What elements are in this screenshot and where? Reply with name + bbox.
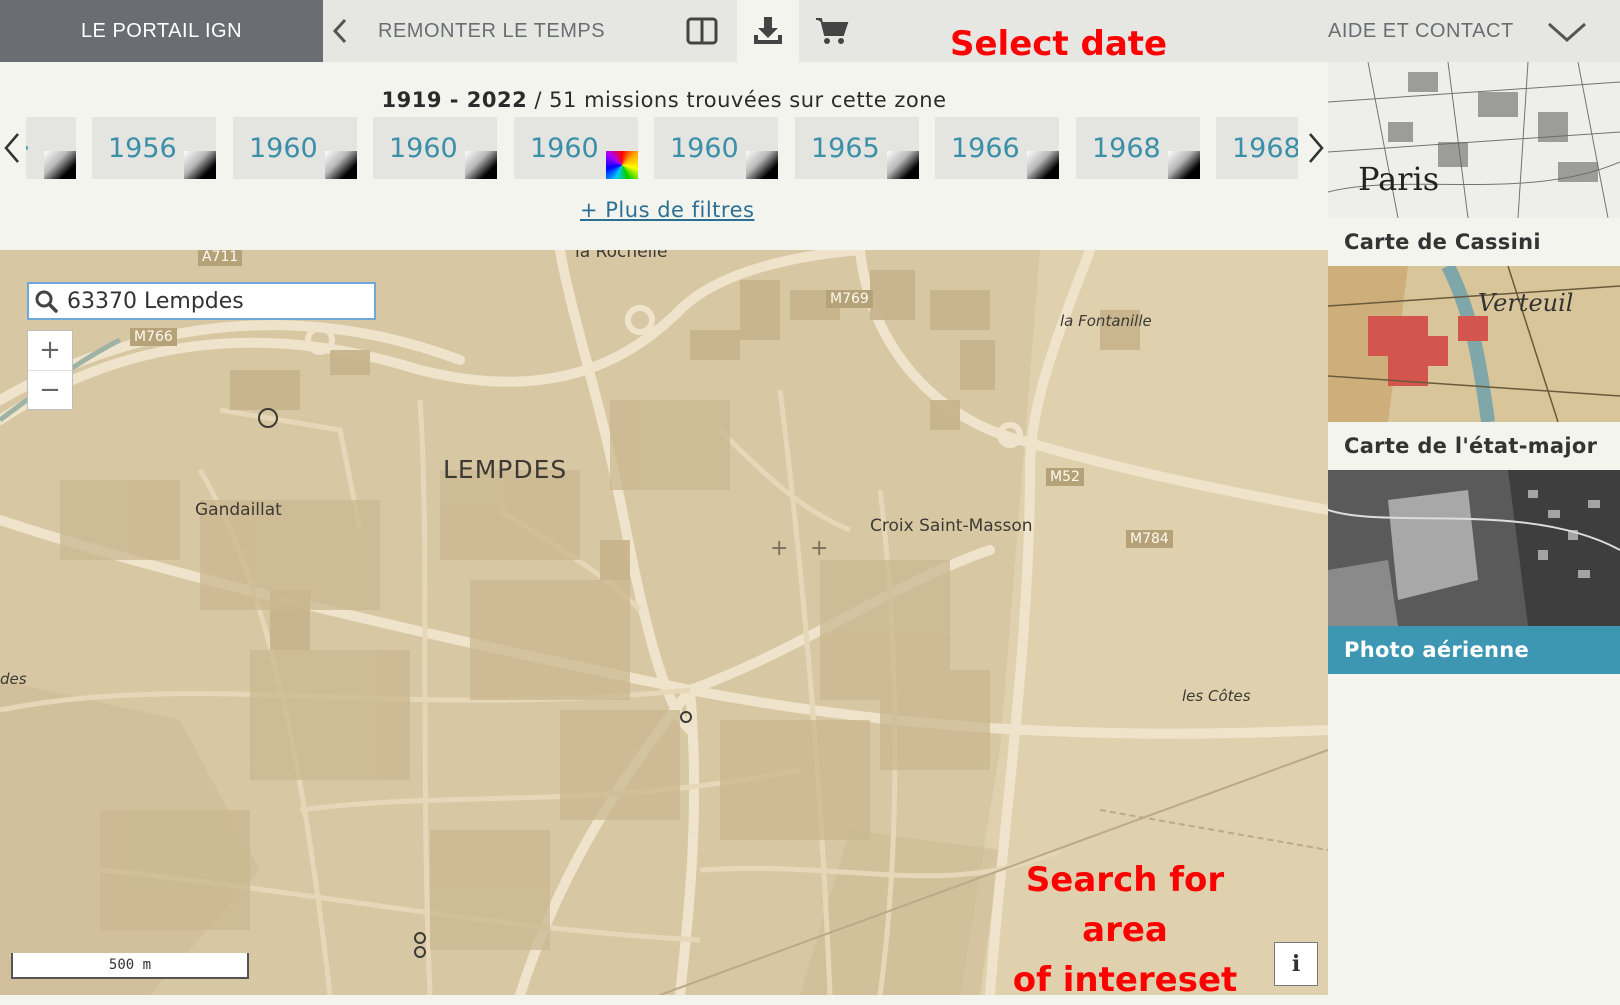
- map-label-city: LEMPDES: [443, 455, 568, 484]
- svg-text:+: +: [810, 536, 828, 561]
- road-label: A711: [198, 250, 243, 266]
- mission-year: 1960: [389, 132, 458, 164]
- place-search-box[interactable]: [27, 282, 376, 320]
- top-bar: LE PORTAIL IGN REMONTER LE TEMPS AIDE ET…: [0, 0, 1620, 62]
- timeline-prev-icon[interactable]: [0, 128, 24, 168]
- aerial-photo-thumbnail: [1328, 470, 1620, 626]
- map-scale-bar: 500 m: [11, 953, 249, 979]
- mission-card[interactable]: 1968: [1076, 117, 1200, 179]
- road-label: M766: [130, 328, 177, 346]
- map-label-place: la Fontanille: [1060, 312, 1152, 330]
- cart-icon: [816, 18, 849, 44]
- place-search-input[interactable]: [63, 284, 374, 318]
- map-label-place: Gandaillat: [195, 500, 282, 520]
- mission-card[interactable]: 1956: [92, 117, 216, 179]
- mission-year: 1960: [530, 132, 599, 164]
- chevron-down-icon[interactable]: [1545, 14, 1589, 48]
- mission-count-text: 51 missions trouvées sur cette zone: [549, 88, 947, 112]
- road-label: M769: [826, 290, 873, 308]
- mission-year: 1966: [951, 132, 1020, 164]
- mission-count: 1919 - 2022 / 51 missions trouvées sur c…: [0, 88, 1328, 112]
- layer-cassini-label[interactable]: Carte de Cassini: [1328, 218, 1620, 266]
- mission-card[interactable]: 1968: [1216, 117, 1298, 179]
- bw-swatch-icon: [746, 151, 778, 179]
- download-icon: [754, 17, 782, 44]
- range-separator: /: [527, 88, 550, 112]
- brand-portal-link[interactable]: LE PORTAIL IGN: [0, 0, 323, 62]
- bw-swatch-icon: [1027, 151, 1059, 179]
- mission-card[interactable]: 1965: [795, 117, 919, 179]
- split-view-button[interactable]: [673, 0, 731, 62]
- annotation-line: of intereset: [1012, 960, 1238, 1000]
- bw-swatch-icon: [887, 151, 919, 179]
- mission-year: 1956: [108, 132, 177, 164]
- mission-card[interactable]: 1960: [373, 117, 497, 179]
- zoom-in-button[interactable]: +: [28, 331, 72, 371]
- road-label: M52: [1046, 468, 1084, 486]
- layer-thumb-cassini[interactable]: Paris: [1328, 62, 1620, 218]
- layer-thumb-etat-major[interactable]: Verteuil: [1328, 266, 1620, 422]
- back-in-time-link[interactable]: REMONTER LE TEMPS: [378, 0, 605, 62]
- mission-year: 1960: [249, 132, 318, 164]
- help-contact-link[interactable]: AIDE ET CONTACT: [1328, 0, 1514, 62]
- bw-swatch-icon: [325, 151, 357, 179]
- mission-year: 1965: [811, 132, 880, 164]
- cart-button[interactable]: [803, 0, 861, 62]
- download-button[interactable]: [737, 0, 799, 62]
- bw-swatch-icon: [44, 151, 76, 179]
- mission-card[interactable]: 1960: [233, 117, 357, 179]
- zoom-control: + −: [27, 330, 73, 410]
- annotation-select-date: Select date: [950, 24, 1168, 64]
- mission-timeline: 1919 - 2022 / 51 missions trouvées sur c…: [0, 62, 1328, 250]
- color-swatch-icon: [606, 151, 638, 179]
- split-view-icon: [686, 17, 718, 45]
- search-icon[interactable]: [29, 284, 63, 318]
- layer-sidebar: Paris Carte de Cassini Verteuil Carte de…: [1328, 62, 1620, 995]
- etat-major-map-thumbnail: Verteuil: [1328, 266, 1620, 422]
- map-label-place: des: [0, 670, 27, 688]
- svg-text:+: +: [770, 536, 788, 561]
- zoom-out-button[interactable]: −: [28, 371, 72, 410]
- thumb-text: Verteuil: [1478, 289, 1573, 317]
- bw-swatch-icon: [184, 151, 216, 179]
- chevron-left-icon[interactable]: [326, 14, 356, 48]
- layer-etat-major-label[interactable]: Carte de l'état-major: [1328, 422, 1620, 470]
- more-filters-link[interactable]: + Plus de filtres: [580, 198, 754, 222]
- mission-card[interactable]: 1960: [514, 117, 638, 179]
- map-label-place: la Rochelle: [575, 250, 668, 262]
- thumb-text: Paris: [1358, 160, 1439, 198]
- mission-card[interactable]: 1966: [935, 117, 1059, 179]
- layer-thumb-aerial[interactable]: [1328, 470, 1620, 626]
- annotation-line: Search for area: [1025, 860, 1225, 950]
- mission-year: 1968: [1232, 132, 1298, 164]
- layer-aerial-label[interactable]: Photo aérienne: [1328, 626, 1620, 674]
- cassini-map-thumbnail: Paris: [1328, 62, 1620, 218]
- mission-year: 1960: [670, 132, 739, 164]
- info-button[interactable]: i: [1274, 942, 1318, 986]
- mission-card-partial[interactable]: ·: [26, 117, 76, 179]
- timeline-next-icon[interactable]: [1304, 128, 1328, 168]
- year-range: 1919 - 2022: [381, 88, 528, 112]
- bw-swatch-icon: [1168, 151, 1200, 179]
- map-label-place: les Côtes: [1182, 687, 1251, 705]
- bw-swatch-icon: [465, 151, 497, 179]
- mission-year: 1968: [1092, 132, 1161, 164]
- mission-card[interactable]: 1960: [654, 117, 778, 179]
- road-label: M784: [1126, 530, 1173, 548]
- annotation-search-area: Search for area of intereset: [990, 855, 1260, 1005]
- map-label-place: Croix Saint-Masson: [870, 516, 1033, 536]
